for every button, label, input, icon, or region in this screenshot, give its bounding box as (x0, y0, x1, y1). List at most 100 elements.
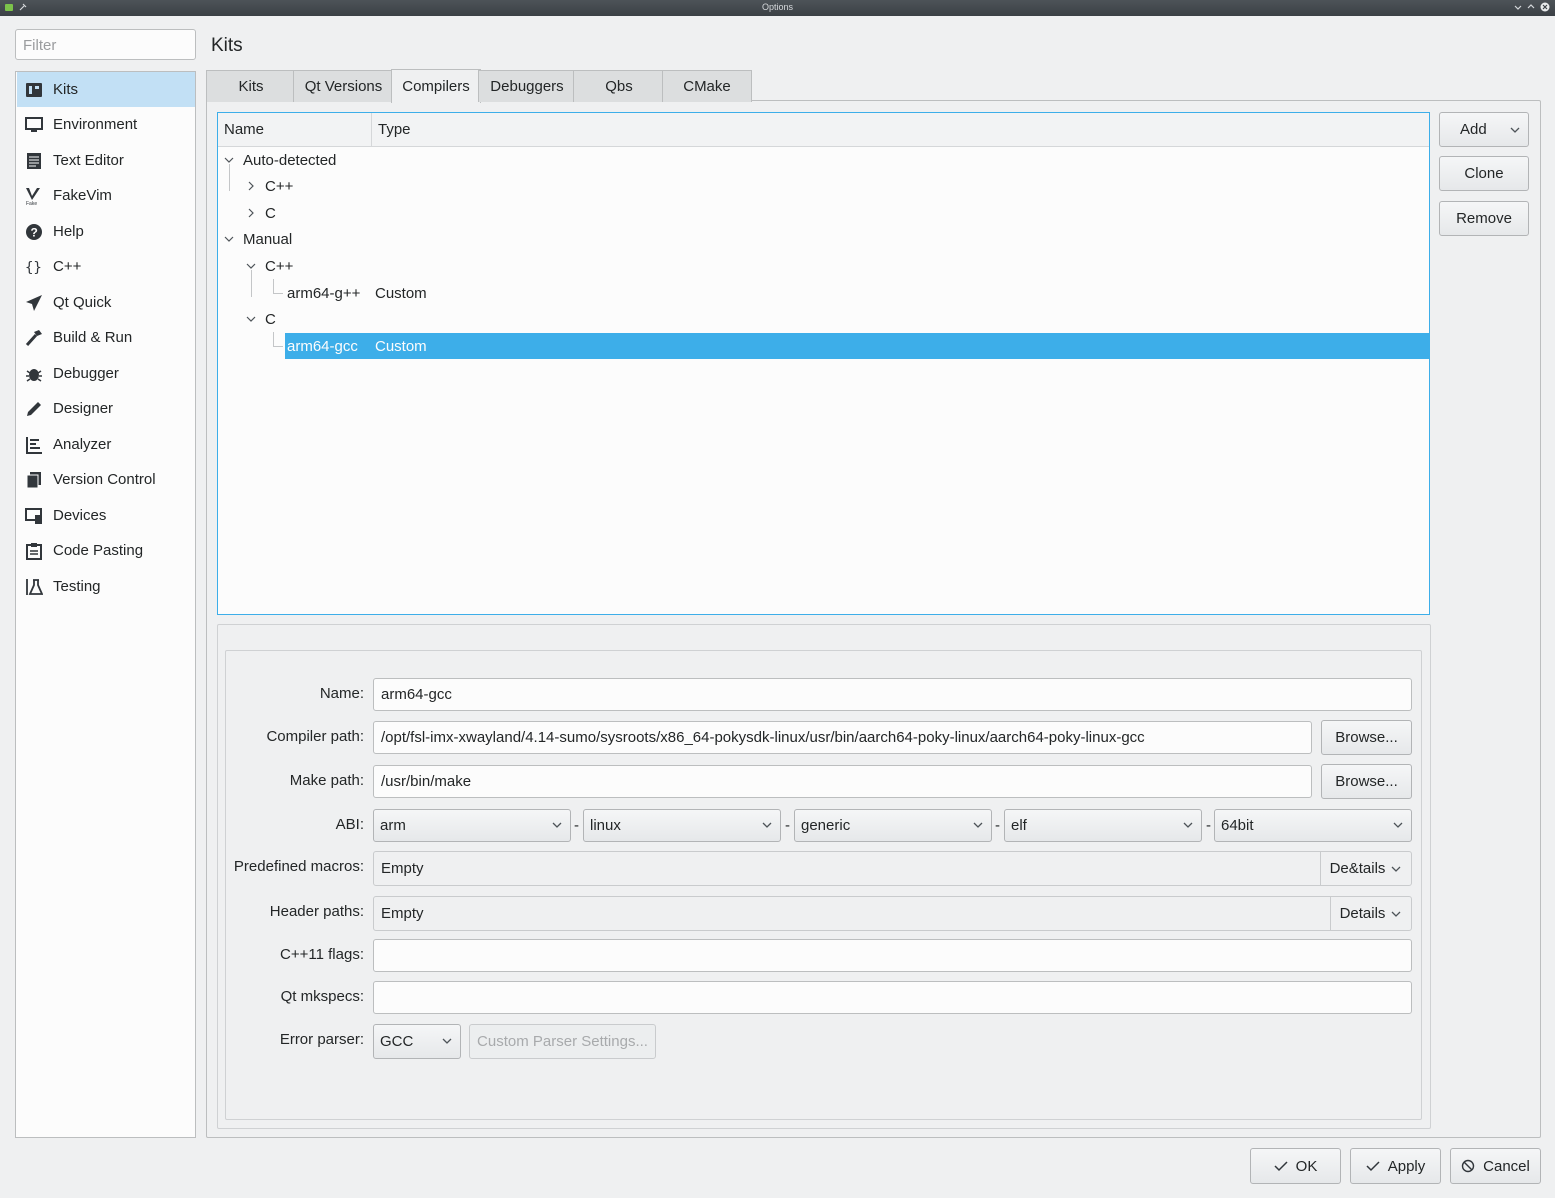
macros-details-button[interactable]: De&tails (1320, 852, 1411, 885)
abi-width-combo[interactable]: 64bit (1214, 809, 1412, 842)
custom-parser-settings-button[interactable]: Custom Parser Settings... (469, 1024, 656, 1059)
error-parser-combo[interactable]: GCC (373, 1024, 461, 1059)
tree-item-arm64-gcc-type: Custom (375, 337, 427, 355)
tab-cmake[interactable]: CMake (662, 70, 752, 102)
column-name[interactable]: Name (224, 121, 264, 138)
abi-architecture-combo[interactable]: arm (373, 809, 571, 842)
tree-header: Name Type (218, 113, 1429, 147)
sidebar-item-help[interactable]: ? Help (17, 214, 195, 249)
chevron-down-icon (1510, 127, 1520, 133)
sidebar-item-kits[interactable]: Kits (17, 72, 195, 107)
cpp11-flags-label: C++11 flags: (280, 946, 364, 963)
ok-label: OK (1295, 1157, 1318, 1175)
tab-debuggers[interactable]: Debuggers (478, 70, 576, 102)
kits-icon (24, 80, 44, 100)
abi-os-combo[interactable]: linux (583, 809, 781, 842)
abi-flavor-combo[interactable]: generic (794, 809, 992, 842)
tab-qt-versions[interactable]: Qt Versions (293, 70, 394, 102)
tree-item-manual-cpp[interactable]: C++ (265, 253, 293, 279)
bug-icon (24, 364, 44, 384)
checkmark-icon (1274, 1161, 1288, 1172)
clone-button[interactable]: Clone (1439, 156, 1529, 191)
compiler-tree[interactable]: Name Type Auto-detected C++ C Manual C++… (217, 112, 1430, 615)
tree-line (273, 279, 274, 293)
tree-line (251, 270, 252, 297)
help-icon: ? (24, 222, 44, 242)
tab-compilers[interactable]: Compilers (391, 69, 481, 103)
sidebar-item-cpp[interactable]: {} C++ (17, 249, 195, 284)
sidebar-item-testing[interactable]: Testing (17, 569, 195, 604)
add-button[interactable]: Add (1439, 112, 1529, 147)
qt-mkspecs-field[interactable] (373, 981, 1412, 1014)
chevron-down-icon (1391, 911, 1401, 917)
tab-qbs[interactable]: Qbs (573, 70, 665, 102)
analyzer-icon (24, 435, 44, 455)
column-type[interactable]: Type (378, 121, 411, 138)
tree-line (273, 293, 283, 294)
sidebar-item-text-editor[interactable]: Text Editor (17, 143, 195, 178)
chevron-down-icon (762, 822, 772, 828)
checkmark-icon (1366, 1161, 1380, 1172)
chevron-down-icon[interactable] (246, 314, 256, 324)
tree-line (229, 164, 230, 191)
text-editor-icon (24, 151, 44, 171)
cancel-button[interactable]: Cancel (1450, 1148, 1541, 1184)
chevron-down-icon[interactable] (224, 234, 234, 244)
abi-format-combo[interactable]: elf (1004, 809, 1202, 842)
sidebar-item-analyzer[interactable]: Analyzer (17, 427, 195, 462)
clipboard-icon (24, 541, 44, 561)
tree-item-manual-c[interactable]: C (265, 306, 276, 332)
header-paths-field: Empty Details (373, 896, 1412, 931)
compiler-browse-button[interactable]: Browse... (1321, 720, 1412, 755)
column-divider[interactable] (371, 113, 372, 146)
chevron-down-icon (442, 1038, 452, 1044)
tree-item-arm64-gpp-type: Custom (375, 284, 427, 302)
svg-text:?: ? (31, 225, 38, 239)
chevron-right-icon[interactable] (246, 181, 256, 191)
sidebar-item-devices[interactable]: Devices (17, 498, 195, 533)
error-parser-value: GCC (380, 1033, 414, 1050)
filter-input[interactable]: Filter (15, 29, 196, 60)
abi-separator: - (785, 817, 790, 834)
tree-item-auto-cpp[interactable]: C++ (265, 173, 293, 199)
macros-details-label: De&tails (1329, 860, 1386, 877)
apply-button[interactable]: Apply (1350, 1148, 1441, 1184)
tree-line (273, 332, 274, 346)
tree-group-manual[interactable]: Manual (243, 226, 292, 252)
cpp11-flags-field[interactable] (373, 939, 1412, 972)
selected-row-highlight (285, 333, 1429, 359)
chevron-down-icon[interactable] (224, 155, 234, 165)
header-paths-label: Header paths: (269, 903, 364, 920)
tree-item-arm64-gpp[interactable]: arm64-g++ (287, 280, 360, 306)
tab-kits[interactable]: Kits (206, 70, 296, 102)
tree-item-auto-c[interactable]: C (265, 200, 276, 226)
minimize-icon[interactable] (1513, 2, 1523, 12)
svg-text:Fake: Fake (26, 201, 37, 205)
make-browse-button[interactable]: Browse... (1321, 764, 1412, 799)
name-field[interactable]: arm64-gcc (373, 678, 1412, 711)
title-bar: Options (0, 0, 1555, 16)
make-path-field[interactable]: /usr/bin/make (373, 765, 1312, 798)
compiler-path-field[interactable]: /opt/fsl-imx-xwayland/4.14-sumo/sysroots… (373, 721, 1312, 754)
sidebar-item-debugger[interactable]: Debugger (17, 356, 195, 391)
chevron-down-icon[interactable] (246, 261, 256, 271)
ok-button[interactable]: OK (1250, 1148, 1341, 1184)
tree-group-auto-detected[interactable]: Auto-detected (243, 147, 336, 173)
tree-item-arm64-gcc[interactable]: arm64-gcc (287, 333, 358, 359)
close-icon[interactable] (1540, 2, 1550, 12)
sidebar-item-build-run[interactable]: Build & Run (17, 320, 195, 355)
flask-icon (24, 577, 44, 597)
sidebar-item-designer[interactable]: Designer (17, 391, 195, 426)
remove-button[interactable]: Remove (1439, 201, 1529, 236)
chevron-right-icon[interactable] (246, 208, 256, 218)
error-parser-label: Error parser: (279, 1031, 364, 1048)
sidebar-item-version-control[interactable]: Version Control (17, 462, 195, 497)
sidebar-item-fakevim[interactable]: Fake FakeVim (17, 178, 195, 213)
sidebar-item-code-pasting[interactable]: Code Pasting (17, 533, 195, 568)
maximize-icon[interactable] (1526, 2, 1536, 12)
sidebar-item-qt-quick[interactable]: Qt Quick (17, 285, 195, 320)
headers-details-button[interactable]: Details (1330, 897, 1411, 930)
abi-separator: - (995, 817, 1000, 834)
sidebar-item-environment[interactable]: Environment (17, 107, 195, 142)
window-title: Options (761, 2, 794, 12)
